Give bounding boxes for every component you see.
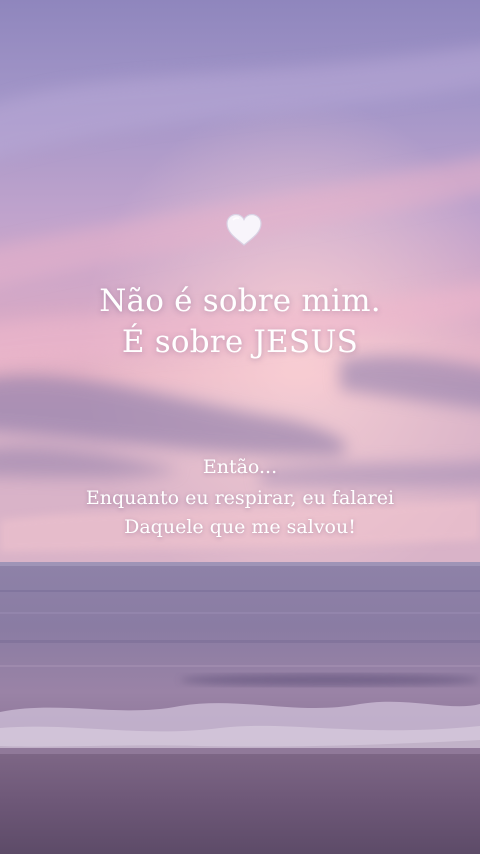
headline-line-2: É sobre JESUS <box>121 324 359 360</box>
sunset-beach-background <box>0 0 480 854</box>
body-line-3: Daquele que me salvou! <box>124 516 356 538</box>
body-line-2: Enquanto eu respirar, eu falarei <box>85 487 395 509</box>
beach-sunset-scene: Não é sobre mim. É sobre JESUS Então... … <box>0 0 480 854</box>
white-heart-icon <box>226 213 262 246</box>
headline-line-1: Não é sobre mim. <box>99 283 381 319</box>
body-line-1: Então... <box>202 456 278 478</box>
